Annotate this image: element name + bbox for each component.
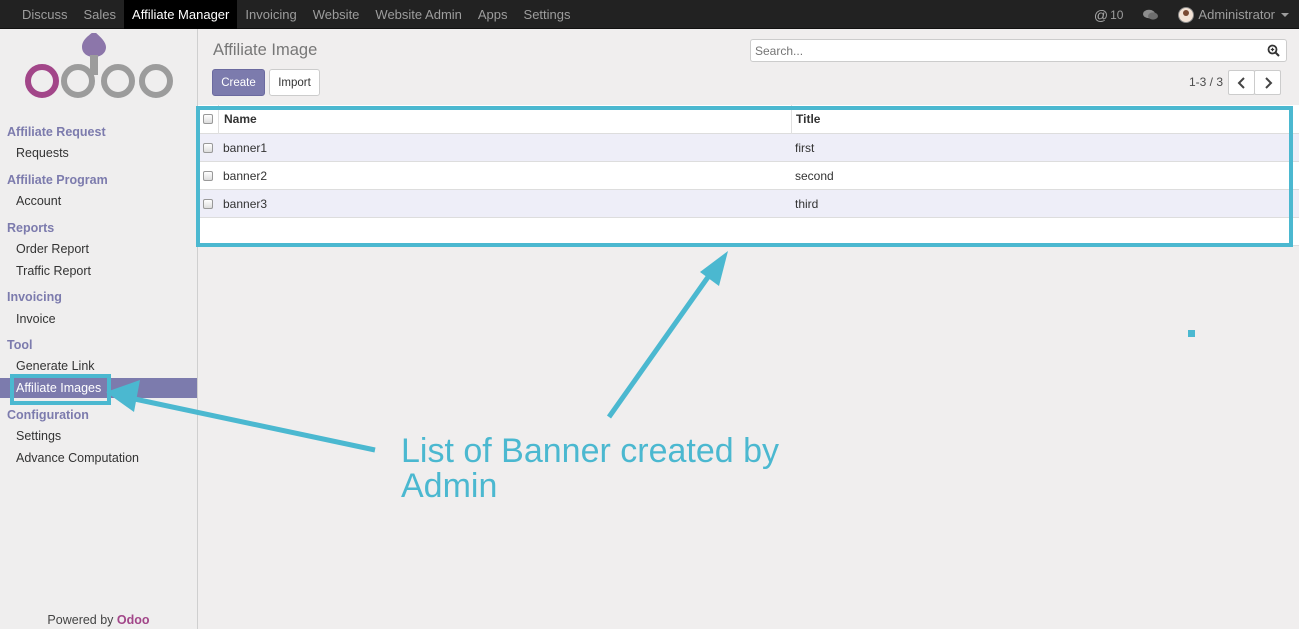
- annotation-arrows: [106, 251, 728, 453]
- annotation-text: List of Banner created by Admin: [401, 432, 780, 505]
